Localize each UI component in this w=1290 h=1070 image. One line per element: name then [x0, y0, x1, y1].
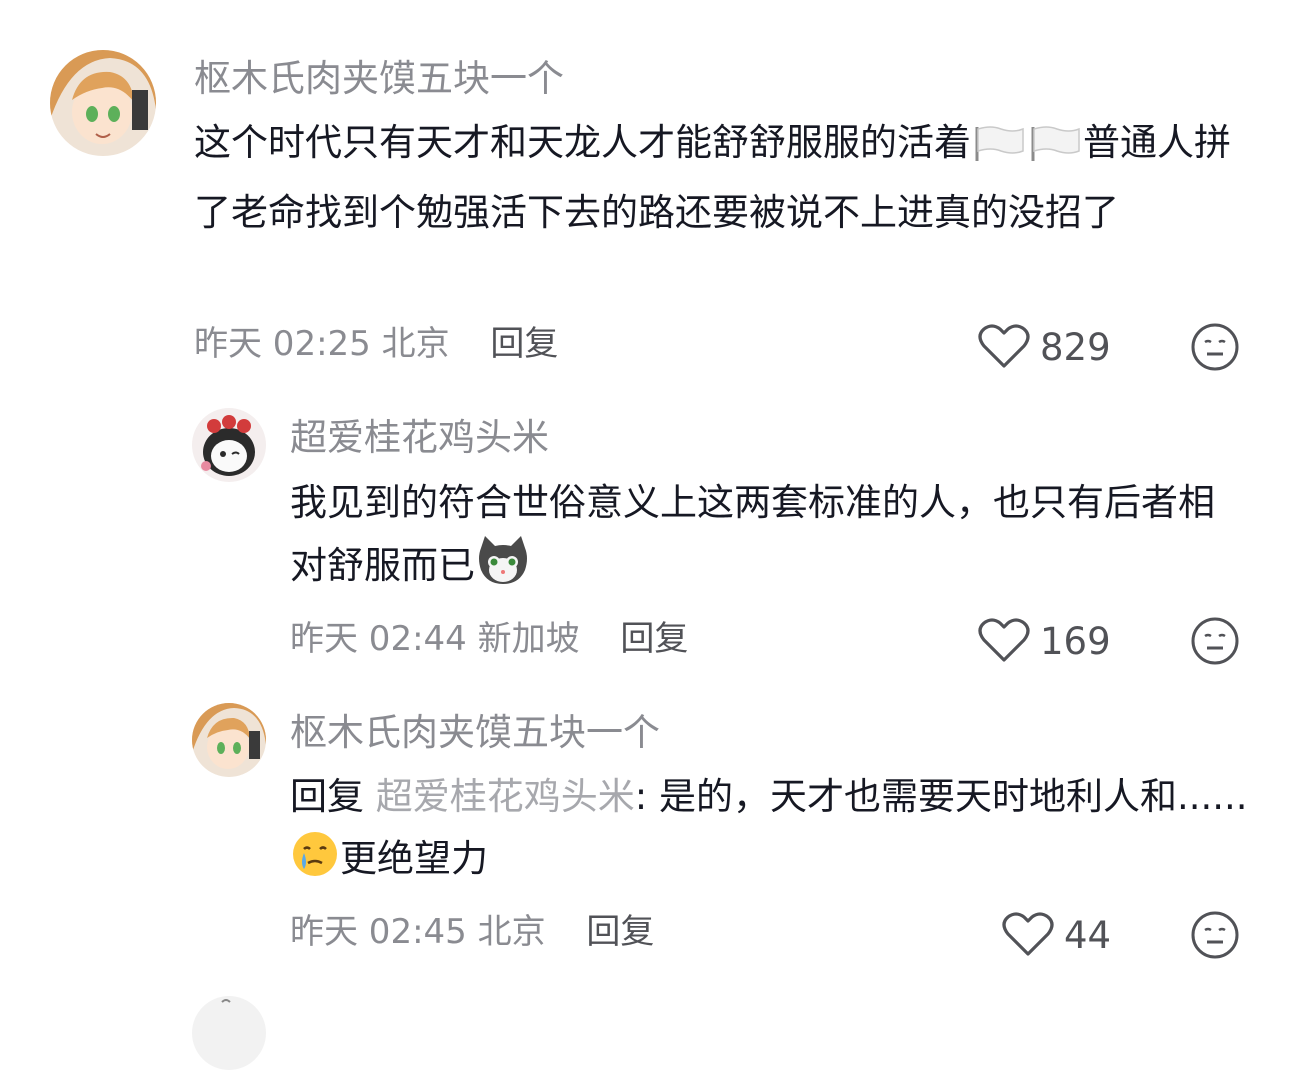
comment-content: 我见到的符合世俗意义上这两套标准的人，也只有后者相对舒服而已 — [290, 472, 1240, 605]
white-flag-icon — [1027, 120, 1083, 182]
avatar[interactable] — [50, 50, 156, 156]
comment-text: : 是的，天才也需要天时地利人和...... — [634, 775, 1248, 818]
comment-location: 北京 — [477, 912, 546, 952]
avatar[interactable] — [192, 408, 266, 482]
reply-prefix: 回复 — [290, 775, 364, 818]
avatar[interactable] — [192, 703, 266, 777]
neutral-face-icon[interactable] — [1190, 910, 1240, 960]
comment-content: 回复 超爱桂花鸡头米: 是的，天才也需要天时地利人和...... 更绝望力 — [290, 766, 1250, 898]
comment-meta: 昨天 02:44 新加坡 回复 — [290, 622, 688, 656]
comment-location: 新加坡 — [477, 619, 580, 659]
comment-meta: 昨天 02:25 北京 回复 — [194, 327, 558, 361]
neutral-face-icon[interactable] — [1190, 322, 1240, 372]
reply-button[interactable]: 回复 — [620, 619, 688, 659]
reply-button[interactable]: 回复 — [490, 324, 558, 364]
heart-outline-icon — [1002, 912, 1054, 956]
comment-text: 这个时代只有天才和天龙人才能舒舒服服的活着 — [194, 121, 971, 164]
face-holding-back-tears-emoji — [290, 829, 340, 898]
like-button[interactable]: 829 — [978, 324, 1111, 370]
comment-location: 北京 — [381, 324, 450, 364]
reply-button[interactable]: 回复 — [586, 912, 654, 952]
comment-username[interactable]: 枢木氏肉夹馍五块一个 — [194, 60, 564, 97]
like-button[interactable]: 44 — [1002, 912, 1111, 958]
reply-target-username[interactable]: 超爱桂花鸡头米 — [376, 775, 635, 818]
comment-time: 昨天 02:25 — [194, 324, 371, 364]
comment-meta: 昨天 02:45 北京 回复 — [290, 915, 654, 949]
comment-text: 更绝望力 — [340, 837, 488, 880]
neutral-face-icon[interactable] — [1190, 616, 1240, 666]
like-count: 169 — [1040, 619, 1111, 663]
heart-outline-icon — [978, 324, 1030, 368]
comment-text: 我见到的符合世俗意义上这两套标准的人，也只有后者相对舒服而已 — [290, 481, 1215, 587]
comment-content: 这个时代只有天才和天龙人才能舒舒服服的活着 普通人拼了老命找到个勉强活下去的路还要… — [194, 112, 1244, 244]
comment-time: 昨天 02:44 — [290, 619, 467, 659]
like-button[interactable]: 169 — [978, 618, 1111, 664]
heart-outline-icon — [978, 618, 1030, 662]
like-count: 829 — [1040, 325, 1111, 369]
avatar[interactable] — [192, 996, 266, 1070]
cat-face-emoji — [475, 534, 531, 605]
comment-username[interactable]: 枢木氏肉夹馍五块一个 — [290, 714, 660, 751]
white-flag-icon — [971, 120, 1027, 182]
comment-username[interactable]: 超爱桂花鸡头米 — [290, 419, 549, 456]
comment-time: 昨天 02:45 — [290, 912, 467, 952]
like-count: 44 — [1064, 913, 1112, 957]
